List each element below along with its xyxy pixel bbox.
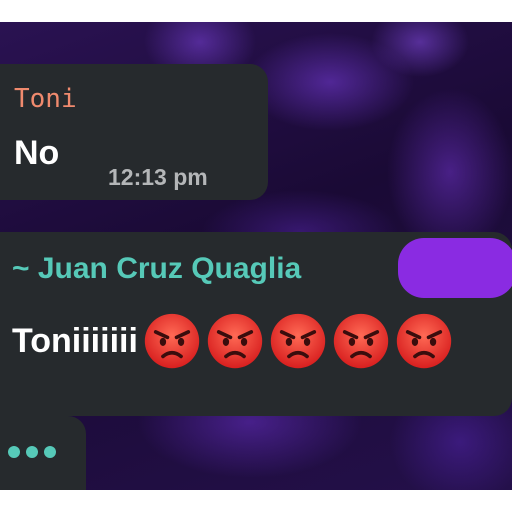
angry-face-icon xyxy=(207,313,263,369)
angry-face-icon xyxy=(396,313,452,369)
typing-dot xyxy=(26,446,38,458)
typing-dot xyxy=(8,446,20,458)
angry-face-icon xyxy=(270,313,326,369)
redaction-block xyxy=(398,238,512,298)
typing-dot xyxy=(44,446,56,458)
message-text: Toniiiiiii xyxy=(12,321,138,360)
sender-name-juan[interactable]: ~ Juan Cruz Quaglia xyxy=(12,252,301,286)
message-timestamp: 12:13 pm xyxy=(108,164,208,190)
chat-background: Toni No 12:13 pm ~ Juan Cruz Quaglia Ton… xyxy=(0,22,512,490)
angry-face-icon xyxy=(144,313,200,369)
angry-face-icon xyxy=(333,313,389,369)
message-content: Toniiiiiii xyxy=(12,312,453,370)
typing-dots-icon xyxy=(8,446,56,458)
emoji-row xyxy=(138,312,453,370)
message-text: No xyxy=(14,134,60,172)
sender-name-toni[interactable]: Toni xyxy=(14,84,77,114)
